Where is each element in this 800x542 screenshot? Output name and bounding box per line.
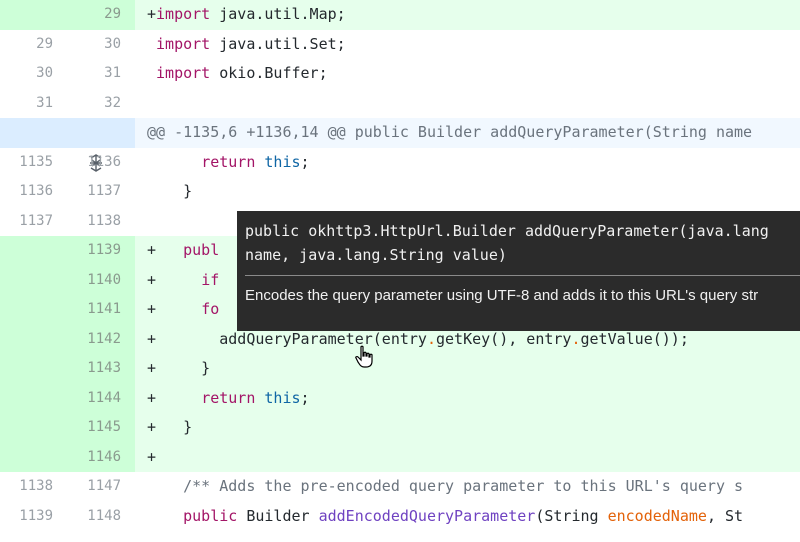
old-line-number[interactable]: [0, 295, 67, 325]
new-line-number[interactable]: 31: [67, 59, 135, 89]
old-line-number[interactable]: 1136: [0, 177, 67, 207]
diff-line[interactable]: 31 32: [0, 89, 800, 119]
diff-line[interactable]: 1139 1148 public Builder addEncodedQuery…: [0, 502, 800, 532]
old-line-number[interactable]: 1139: [0, 502, 67, 532]
old-line-number[interactable]: [0, 236, 67, 266]
expand-icon[interactable]: [0, 118, 135, 172]
new-line-number[interactable]: 1142: [67, 324, 135, 354]
new-line-number[interactable]: 1139: [67, 236, 135, 266]
new-line-number[interactable]: 1148: [67, 502, 135, 532]
old-line-number[interactable]: [0, 442, 67, 472]
diff-line[interactable]: 1146 +: [0, 442, 800, 472]
diff-line[interactable]: 29 +import java.util.Map;: [0, 0, 800, 30]
diff-line[interactable]: 1138 1147 /** Adds the pre-encoded query…: [0, 472, 800, 502]
old-line-number[interactable]: 1135: [0, 148, 67, 178]
old-line-number[interactable]: [0, 383, 67, 413]
diff-line[interactable]: 1145 + }: [0, 413, 800, 443]
old-line-number[interactable]: 31: [0, 89, 67, 119]
new-line-number[interactable]: 32: [67, 89, 135, 119]
old-line-number[interactable]: [0, 354, 67, 384]
new-line-number[interactable]: 1136: [67, 148, 135, 178]
diff-line[interactable]: 1144 + return this;: [0, 383, 800, 413]
old-line-number[interactable]: 30: [0, 59, 67, 89]
code-line: /** Adds the pre-encoded query parameter…: [147, 477, 744, 495]
old-line-number[interactable]: [0, 413, 67, 443]
diff-line[interactable]: 29 30 import java.util.Set;: [0, 30, 800, 60]
new-line-number[interactable]: 30: [67, 30, 135, 60]
old-line-number[interactable]: 1137: [0, 207, 67, 237]
new-line-number[interactable]: 1147: [67, 472, 135, 502]
code-line: import java.util.Set;: [156, 34, 346, 53]
code-line: import okio.Buffer;: [156, 64, 328, 82]
code-line: public Builder addEncodedQueryParameter(…: [183, 506, 744, 525]
diff-line[interactable]: 1135 1136 return this;: [0, 148, 800, 178]
new-line-number[interactable]: 1137: [67, 177, 135, 207]
new-line-number[interactable]: 1140: [67, 265, 135, 295]
code-line: + }: [135, 354, 800, 384]
new-line-number[interactable]: 1143: [67, 354, 135, 384]
new-line-number[interactable]: 29: [67, 0, 135, 30]
old-line-number[interactable]: 29: [0, 30, 67, 60]
diff-line[interactable]: 1136 1137 }: [0, 177, 800, 207]
new-line-number[interactable]: 1144: [67, 383, 135, 413]
code-line: return this;: [201, 152, 310, 171]
hover-tooltip: public okhttp3.HttpUrl.Builder addQueryP…: [237, 211, 800, 331]
old-line-number[interactable]: [0, 265, 67, 295]
code-line: }: [147, 182, 193, 200]
new-line-number[interactable]: 1146: [67, 442, 135, 472]
code-line: + return this;: [135, 383, 800, 413]
diff-marker: +: [147, 5, 157, 23]
hunk-header-row: @@ -1135,6 +1136,14 @@ public Builder ad…: [0, 118, 800, 172]
code-line: +import java.util.Map;: [135, 0, 800, 30]
tooltip-divider: [245, 275, 800, 276]
old-line-number[interactable]: 1138: [0, 472, 67, 502]
tooltip-signature-line-2: name, java.lang.String value): [245, 246, 507, 264]
new-line-number[interactable]: 1141: [67, 295, 135, 325]
old-line-number[interactable]: [0, 324, 67, 354]
keyword-import: import: [156, 5, 211, 23]
new-line-number[interactable]: 1138: [67, 207, 135, 237]
diff-line[interactable]: 30 31 import okio.Buffer;: [0, 59, 800, 89]
tooltip-signature-line-1: public okhttp3.HttpUrl.Builder addQueryP…: [245, 222, 769, 240]
tooltip-doc: Encodes the query parameter using UTF-8 …: [245, 287, 759, 304]
hand-cursor-icon: [355, 345, 373, 368]
new-line-number[interactable]: 1145: [67, 413, 135, 443]
old-line-number[interactable]: [0, 0, 67, 30]
diff-line[interactable]: 1143 + }: [0, 354, 800, 384]
code-line: + }: [135, 413, 800, 443]
code-line: +: [135, 442, 800, 472]
hunk-header: @@ -1135,6 +1136,14 @@ public Builder ad…: [147, 123, 753, 141]
